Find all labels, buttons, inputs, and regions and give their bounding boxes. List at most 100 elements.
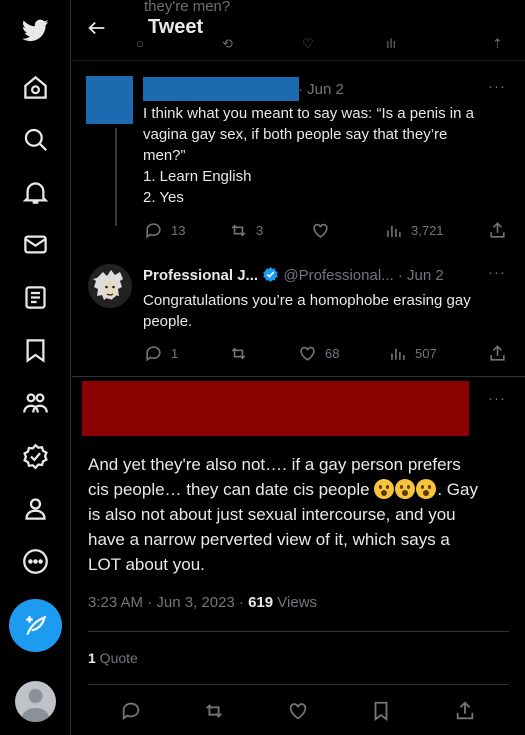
account-avatar[interactable] [15,681,56,722]
reply-line: Congratulations you’re a homophobe erasi… [143,292,471,309]
redacted-username [143,77,299,101]
more-icon[interactable] [10,536,60,586]
analytics-icon [391,348,405,360]
quote-label: Quote [95,650,138,666]
heart-icon [300,346,315,361]
side-nav [0,0,71,735]
share-icon [490,345,505,361]
professional-avatar[interactable] [88,264,132,308]
retweet-button[interactable]: 3 [229,221,263,240]
views-button[interactable]: 507 [388,344,437,363]
views-button[interactable]: 3,721 [384,221,444,240]
tweet-views-label: Views [273,594,318,611]
reply-icon [122,702,140,721]
redacted-avatar [86,76,133,124]
main-tweet-text: And yet they're also not…. if a gay pers… [88,452,478,577]
views-count: 507 [415,346,437,361]
stats-divider [88,631,509,632]
bookmark-icon [374,701,388,722]
reply-actions: 1 68 507 [144,344,514,364]
page-title: Tweet [148,16,204,38]
author-name[interactable]: Professional J... [143,267,258,284]
retweet-icon [231,224,246,237]
twitter-logo-icon[interactable] [10,5,60,55]
reply-line: people. [143,313,193,330]
like-button[interactable]: 68 [298,344,339,363]
reply-button[interactable] [120,700,142,722]
messages-icon[interactable] [10,219,60,269]
reply-line: vagina gay sex, if both people say that … [143,126,448,143]
retweet-icon [206,704,222,718]
share-icon [456,701,474,720]
like-button[interactable] [287,700,309,722]
reply-count: 1 [171,346,179,361]
verified-icon[interactable] [10,431,60,481]
tweet-line: is also not about just sexual intercours… [88,505,456,524]
retweet-button[interactable] [229,344,256,363]
thread-line [115,128,117,226]
tweet-timestamp[interactable]: 3:23 AM · Jun 3, 2023 · [88,594,248,611]
quote-count: 1 [88,650,96,666]
astonished-emoji-icon [416,479,437,499]
analytics-icon [387,225,401,237]
more-options-icon[interactable]: ··· [488,78,506,95]
reply-line: I think what you meant to say was: “Is a… [143,105,474,122]
home-icon[interactable] [10,62,60,112]
share-button[interactable] [454,700,476,722]
reply-line: 2. Yes [143,189,184,206]
reply-line: 1. Learn English [143,168,252,185]
author-handle[interactable]: @Professional... [283,267,393,284]
feather-plus-icon [25,615,46,635]
notifications-icon[interactable] [10,167,60,217]
bookmarks-icon[interactable] [10,325,60,375]
quote-stat[interactable]: 1 Quote [88,650,138,666]
like-button[interactable] [311,221,338,240]
verified-badge-icon[interactable] [262,266,279,283]
redacted-author-header [82,381,469,436]
reply-author-line: Professional J... @Professional... · Jun… [143,266,444,284]
reply-button[interactable]: 1 [144,344,178,363]
reply-actions: 13 3 3,721 [144,221,514,241]
compose-tweet-button[interactable] [9,599,62,652]
header-divider [72,60,525,61]
reply-date[interactable]: · Jun 2 [298,81,344,98]
retweet-icon [231,347,246,360]
reply-button[interactable]: 13 [144,221,185,240]
tweet-views-count: 619 [248,594,274,611]
reply-icon [146,346,161,362]
actions-divider [88,684,509,685]
reply-count: 13 [171,223,186,238]
main-column: Tweet · Jun 2 ··· I think what you meant… [72,0,525,735]
tweet-line: And yet they're also not…. if a gay pers… [88,455,461,474]
back-arrow-icon[interactable] [86,17,110,41]
lists-icon[interactable] [10,272,60,322]
tweet-line: LOT about you. [88,555,205,574]
reply-line: men?” [143,147,186,164]
tweet-segment: . Gay [437,480,478,499]
share-icon [490,222,505,238]
heart-icon [289,703,307,720]
share-button[interactable] [488,344,507,363]
more-options-icon[interactable]: ··· [488,390,506,407]
retweet-button[interactable] [203,700,225,722]
tweet-line: have a narrow perverted view of it, whic… [88,530,450,549]
views-count: 3,721 [411,223,444,238]
more-options-icon[interactable]: ··· [488,264,506,281]
share-button[interactable] [488,221,507,240]
tweet-line: cis people… they can date cis people . G… [88,477,478,502]
search-icon[interactable] [10,114,60,164]
heart-icon [313,223,328,238]
reply-text: Congratulations you’re a homophobe erasi… [143,290,471,332]
tweet-header: Tweet [72,8,525,50]
reply-text: I think what you meant to say was: “Is a… [143,103,474,208]
retweet-count: 3 [256,223,264,238]
tweet-timestamp-line: 3:23 AM · Jun 3, 2023 · 619 Views [88,594,317,611]
communities-icon[interactable] [10,378,60,428]
bookmark-button[interactable] [370,700,392,722]
astonished-emoji-icon [395,479,416,499]
tweet-segment: cis people… they can date cis people [88,480,375,499]
profile-icon[interactable] [10,483,60,533]
like-count: 68 [325,346,340,361]
reply-date[interactable]: · Jun 2 [398,267,444,284]
astonished-emoji-icon [374,479,395,499]
